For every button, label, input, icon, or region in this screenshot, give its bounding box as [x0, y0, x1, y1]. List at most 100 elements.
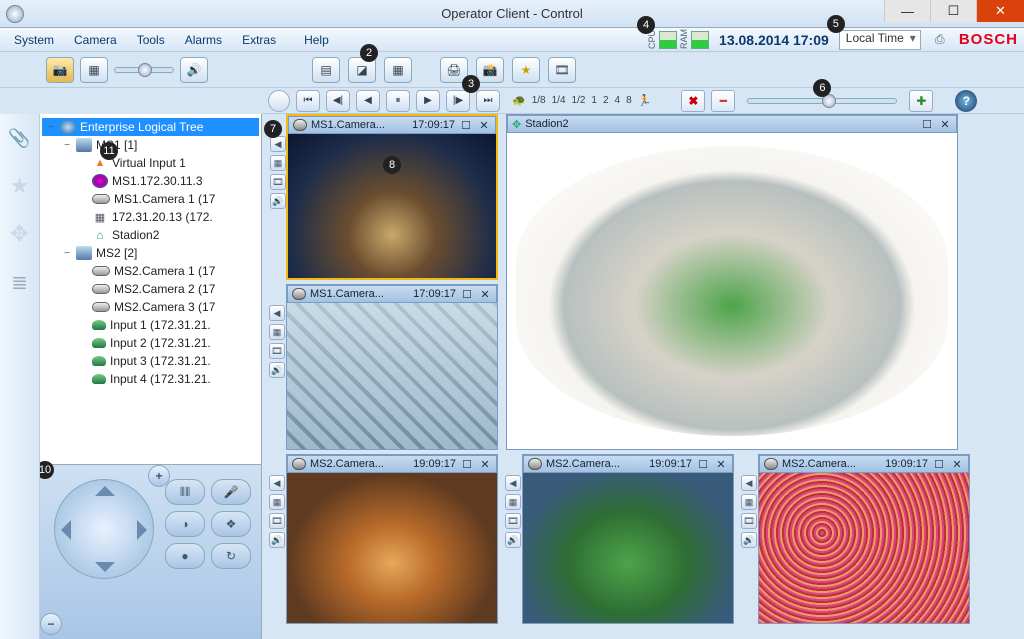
- pane6-side3[interactable]: 🎞: [741, 513, 757, 529]
- image-pane-5[interactable]: MS2.Camera... 19:09:17 ☐ ✕ ◀ ▦ 🎞 🔊: [522, 454, 734, 624]
- ptz-loop-button[interactable]: ↻: [211, 543, 251, 569]
- snapshot-button[interactable]: 📸: [476, 57, 504, 83]
- pane2-header[interactable]: MS1.Camera... 17:09:17 ☐ ✕: [287, 285, 497, 303]
- timezone-select[interactable]: Local Time: [839, 30, 921, 50]
- map-close-button[interactable]: ✕: [938, 117, 952, 131]
- live-button[interactable]: 📷: [46, 57, 74, 83]
- ptz-joystick[interactable]: [54, 479, 154, 579]
- pane2-side2[interactable]: ▦: [269, 324, 285, 340]
- ptz-zoom-out-button[interactable]: −: [40, 613, 62, 635]
- tree-item[interactable]: Virtual Input 1: [42, 154, 259, 172]
- pane5-side3[interactable]: 🎞: [505, 513, 521, 529]
- pause-button[interactable]: ⏸: [386, 90, 410, 112]
- ptz-focus-near-button[interactable]: ⦀⦀: [165, 479, 205, 505]
- favorite-button[interactable]: ★: [512, 57, 540, 83]
- pane1-side2[interactable]: ▦: [270, 155, 286, 171]
- step-fwd-button[interactable]: |▶: [446, 90, 470, 112]
- pane5-side4[interactable]: 🔊: [505, 532, 521, 548]
- pane1-close-button[interactable]: ✕: [477, 118, 491, 132]
- pane6-close-button[interactable]: ✕: [950, 457, 964, 471]
- add-pane-button[interactable]: ✚: [909, 90, 933, 112]
- sequence-button[interactable]: 🎞: [548, 57, 576, 83]
- tree-item[interactable]: MS2.Camera 1 (17: [42, 262, 259, 280]
- pane3-header[interactable]: MS2.Camera... 19:09:17 ☐ ✕: [287, 455, 497, 473]
- tree-item[interactable]: Input 2 (172.31.21.: [42, 334, 259, 352]
- menu-system[interactable]: System: [6, 31, 62, 49]
- pane1-max-button[interactable]: ☐: [459, 118, 473, 132]
- expand-icon[interactable]: −: [62, 248, 72, 259]
- expand-icon[interactable]: −: [46, 122, 56, 133]
- pane6-side1[interactable]: ◀: [741, 475, 757, 491]
- help-button[interactable]: ?: [955, 90, 977, 112]
- tree-item[interactable]: 172.31.20.13 (172.: [42, 208, 259, 226]
- pane5-header[interactable]: MS2.Camera... 19:09:17 ☐ ✕: [523, 455, 733, 473]
- ptz-aux-button[interactable]: ❖: [211, 511, 251, 537]
- pane2-max-button[interactable]: ☐: [460, 287, 474, 301]
- pane2-close-button[interactable]: ✕: [478, 287, 492, 301]
- tree-item[interactable]: Input 3 (172.31.21.: [42, 352, 259, 370]
- ptz-up-button[interactable]: [95, 486, 115, 496]
- strip-clip-icon[interactable]: 📎: [6, 124, 34, 152]
- map-pane-header[interactable]: ✥ Stadion2 ☐ ✕: [507, 115, 957, 133]
- menu-alarms[interactable]: Alarms: [177, 31, 230, 49]
- left-slider[interactable]: [114, 67, 174, 73]
- pane6-side4[interactable]: 🔊: [741, 532, 757, 548]
- pane6-max-button[interactable]: ☐: [932, 457, 946, 471]
- pane2-side1[interactable]: ◀: [269, 305, 285, 321]
- tree-item[interactable]: Input 1 (172.31.21.: [42, 316, 259, 334]
- menu-camera[interactable]: Camera: [66, 31, 125, 49]
- strip-star-icon[interactable]: [6, 172, 34, 200]
- skip-back-button[interactable]: ⏮: [296, 90, 320, 112]
- tree-item[interactable]: Input 4 (172.31.21.: [42, 370, 259, 388]
- remove-pane-button[interactable]: ✖: [681, 90, 705, 112]
- image-pane-1[interactable]: MS1.Camera... 17:09:17 ☐ ✕ ◀ ▦ 🎞 🔊 8: [286, 114, 498, 280]
- pane3-max-button[interactable]: ☐: [460, 457, 474, 471]
- map-pane[interactable]: ✥ Stadion2 ☐ ✕: [506, 114, 958, 450]
- minimize-button[interactable]: —: [884, 0, 930, 22]
- printer-icon[interactable]: ⎙: [931, 31, 949, 49]
- strip-compass-icon[interactable]: [6, 220, 34, 248]
- ptz-left-button[interactable]: [61, 520, 71, 540]
- play-button[interactable]: ▶: [416, 90, 440, 112]
- pane3-side2[interactable]: ▦: [269, 494, 285, 510]
- layout3-button[interactable]: ▦: [384, 57, 412, 83]
- pane3-close-button[interactable]: ✕: [478, 457, 492, 471]
- pane1-side4[interactable]: 🔊: [270, 193, 286, 209]
- image-pane-6[interactable]: MS2.Camera... 19:09:17 ☐ ✕ ◀ ▦ 🎞 🔊: [758, 454, 970, 624]
- pane1-side3[interactable]: 🎞: [270, 174, 286, 190]
- playback-button[interactable]: ▦: [80, 57, 108, 83]
- pane2-side3[interactable]: 🎞: [269, 343, 285, 359]
- menu-help[interactable]: Help: [296, 31, 337, 49]
- ptz-mic-button[interactable]: 🎤: [211, 479, 251, 505]
- step-back-button[interactable]: ◀|: [326, 90, 350, 112]
- tree-item[interactable]: −MS1 [1]: [42, 136, 259, 154]
- ptz-iris-button[interactable]: ◑: [165, 511, 205, 537]
- layout1-button[interactable]: ▤: [312, 57, 340, 83]
- tree-item[interactable]: MS1.Camera 1 (17: [42, 190, 259, 208]
- pane3-side1[interactable]: ◀: [269, 475, 285, 491]
- tree-item[interactable]: Stadion2: [42, 226, 259, 244]
- ptz-down-button[interactable]: [95, 562, 115, 572]
- pane2-side4[interactable]: 🔊: [269, 362, 285, 378]
- menu-extras[interactable]: Extras: [234, 31, 284, 49]
- pane3-side3[interactable]: 🎞: [269, 513, 285, 529]
- pane6-header[interactable]: MS2.Camera... 19:09:17 ☐ ✕: [759, 455, 969, 473]
- close-button[interactable]: ✕: [976, 0, 1024, 22]
- tree-item[interactable]: MS2.Camera 3 (17: [42, 298, 259, 316]
- tree-item[interactable]: MS1.172.30.11.3: [42, 172, 259, 190]
- pane5-close-button[interactable]: ✕: [714, 457, 728, 471]
- tree-item[interactable]: −MS2 [2]: [42, 244, 259, 262]
- map-max-button[interactable]: ☐: [920, 117, 934, 131]
- audio-button[interactable]: 🔊: [180, 57, 208, 83]
- zoom-slider[interactable]: 6: [747, 98, 897, 104]
- expand-icon[interactable]: −: [62, 140, 72, 151]
- menu-tools[interactable]: Tools: [129, 31, 173, 49]
- tree-item[interactable]: MS2.Camera 2 (17: [42, 280, 259, 298]
- ptz-rec-button[interactable]: ●: [165, 543, 205, 569]
- image-pane-2[interactable]: MS1.Camera... 17:09:17 ☐ ✕ ◀ ▦ 🎞 🔊: [286, 284, 498, 450]
- maximize-button[interactable]: ☐: [930, 0, 976, 22]
- pane5-side1[interactable]: ◀: [505, 475, 521, 491]
- collapse-pane-button[interactable]: ━: [711, 90, 735, 112]
- play-back-button[interactable]: ◀: [356, 90, 380, 112]
- pane6-side2[interactable]: ▦: [741, 494, 757, 510]
